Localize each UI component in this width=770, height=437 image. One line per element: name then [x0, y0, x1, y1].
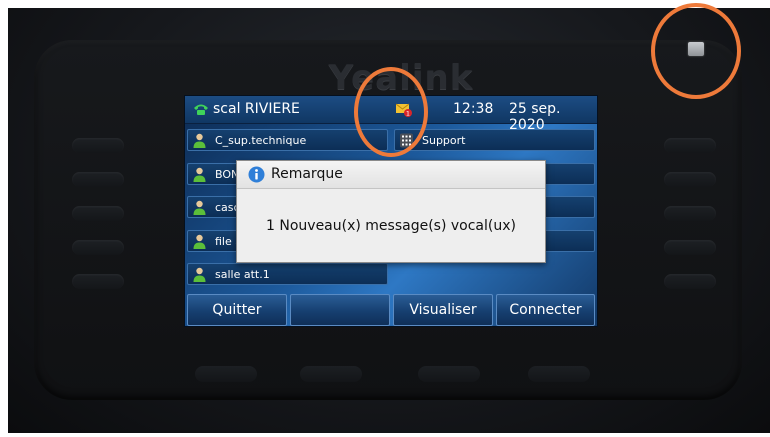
- user-icon: [193, 133, 206, 148]
- phone-handset-icon: [194, 104, 208, 115]
- physical-softkey-2[interactable]: [300, 366, 362, 382]
- right-line-key-4[interactable]: [664, 240, 716, 255]
- connecter-softkey[interactable]: Connecter: [496, 294, 595, 326]
- user-icon: [193, 267, 206, 282]
- voicemail-notice-dialog[interactable]: Remarque 1 Nouveau(x) message(s) vocal(u…: [236, 160, 546, 263]
- dss-key-label: salle att.1: [215, 268, 270, 281]
- right-line-key-3[interactable]: [664, 206, 716, 221]
- user-icon: [193, 167, 206, 182]
- user-icon: [193, 200, 206, 215]
- softkey-bar: Quitter Visualiser Connecter: [185, 294, 597, 326]
- dss-key-salle-att-1[interactable]: salle att.1: [187, 263, 388, 285]
- dss-key-label: C_sup.technique: [215, 134, 307, 147]
- physical-softkey-4[interactable]: [528, 366, 590, 382]
- user-icon: [193, 234, 206, 249]
- dss-key-support[interactable]: Support: [394, 129, 595, 151]
- line-account-name: scal RIVIERE: [213, 101, 300, 117]
- left-line-key-1[interactable]: [72, 138, 124, 153]
- highlight-circle-message-led: [651, 3, 741, 99]
- visualiser-softkey[interactable]: Visualiser: [393, 294, 493, 326]
- info-icon: [248, 166, 265, 183]
- dialog-title: Remarque: [271, 166, 343, 182]
- highlight-circle-voicemail-icon: [354, 67, 428, 157]
- physical-softkey-3[interactable]: [418, 366, 480, 382]
- left-line-key-2[interactable]: [72, 172, 124, 187]
- left-line-key-4[interactable]: [72, 240, 124, 255]
- right-line-key-1[interactable]: [664, 138, 716, 153]
- dialog-header: Remarque: [237, 161, 545, 189]
- right-line-key-5[interactable]: [664, 274, 716, 289]
- status-time: 12:38: [453, 101, 494, 117]
- quitter-softkey[interactable]: Quitter: [187, 294, 287, 326]
- empty-softkey[interactable]: [290, 294, 390, 326]
- right-line-key-2[interactable]: [664, 172, 716, 187]
- left-line-key-3[interactable]: [72, 206, 124, 221]
- physical-softkey-1[interactable]: [195, 366, 257, 382]
- left-line-key-5[interactable]: [72, 274, 124, 289]
- dialog-message: 1 Nouveau(x) message(s) vocal(ux): [266, 218, 516, 234]
- dss-key-label: Support: [422, 134, 466, 147]
